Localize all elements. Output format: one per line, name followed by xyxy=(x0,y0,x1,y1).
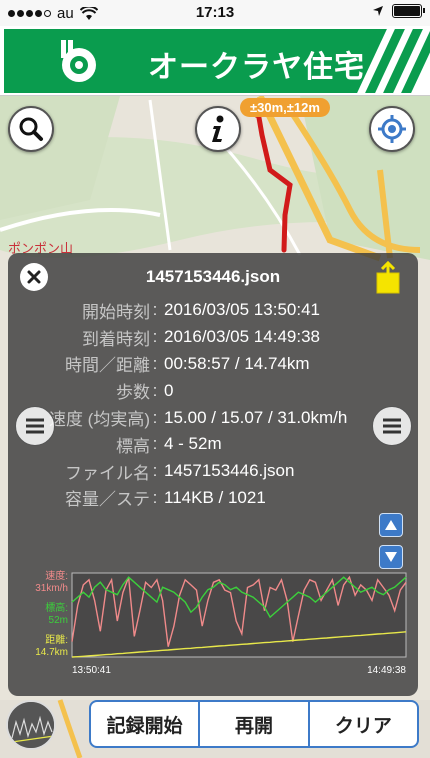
chart-legend-value-1: 52m xyxy=(49,615,68,626)
accuracy-badge: ±30m,±12m xyxy=(240,98,330,117)
share-icon[interactable] xyxy=(374,261,402,295)
triangle-down-icon xyxy=(385,552,397,562)
status-time: 17:13 xyxy=(195,4,235,21)
stat-row-duration-distance: 時間／距離 : 00:58:57 / 14.74km xyxy=(65,353,310,376)
info-icon xyxy=(212,115,224,142)
chart-legend-name-0: 速度: xyxy=(45,569,68,582)
status-bar: au 17:13 xyxy=(0,0,430,26)
stat-row-speed: 速度 (均実高) : 15.00 / 15.07 / 31.0km/h xyxy=(48,407,348,430)
chart-legend-value-2: 14.7km xyxy=(35,647,68,658)
chart-legend-value-0: 31km/h xyxy=(35,583,68,594)
stat-row-file-size: 容量／ステ : 114KB / 1021 xyxy=(65,487,266,510)
right-menu-button[interactable] xyxy=(372,406,412,446)
stat-row-arrival-time: 到着時刻 : 2016/03/05 14:49:38 xyxy=(82,327,320,349)
company-name: オークラヤ住宅 xyxy=(148,51,365,84)
crosshair-icon xyxy=(378,115,406,143)
search-button[interactable] xyxy=(8,106,54,152)
company-banner[interactable]: オークラヤ住宅 xyxy=(0,26,430,96)
scroll-up-button[interactable] xyxy=(379,513,403,537)
stat-row-start-time: 開始時刻 : 2016/03/05 13:50:41 xyxy=(82,300,320,322)
panel-title: 1457153446.json xyxy=(145,267,281,286)
track-thumbnail[interactable] xyxy=(6,700,56,750)
chart-x-end-label: 14:49:38 xyxy=(367,665,406,676)
scroll-down-button[interactable] xyxy=(379,545,403,569)
company-logo-icon xyxy=(61,40,96,82)
bottom-action-bar: 記録開始 再開 クリア xyxy=(89,700,419,748)
clear-button[interactable]: クリア xyxy=(310,702,417,746)
record-start-button[interactable]: 記録開始 xyxy=(91,702,201,746)
chart-legend-name-1: 標高: xyxy=(45,601,68,614)
location-arrow-icon xyxy=(373,6,383,16)
resume-button[interactable]: 再開 xyxy=(200,702,310,746)
left-menu-button[interactable] xyxy=(15,406,55,446)
stat-row-steps: 歩数 : 0 xyxy=(116,380,174,403)
track-info-panel: 1457153446.json 開始時刻 : 2016/03/05 13:50:… xyxy=(8,253,418,696)
chart-x-start-label: 13:50:41 xyxy=(72,665,111,676)
hamburger-icon xyxy=(26,418,44,434)
stat-row-file-name: ファイル名 : 1457153446.json xyxy=(65,461,295,483)
chart-legend-name-2: 距離: xyxy=(45,633,68,646)
search-icon xyxy=(19,117,43,141)
stat-row-elevation: 標高 : 4 - 52m xyxy=(116,434,222,456)
info-button[interactable] xyxy=(195,106,241,152)
triangle-up-icon xyxy=(385,520,397,530)
locate-button[interactable] xyxy=(369,106,415,152)
hamburger-icon xyxy=(383,418,401,434)
track-chart: 速度:31km/h 標高:52m 距離:14.7km 13:50:41 14:49:38 xyxy=(35,569,407,676)
battery-icon xyxy=(392,4,425,18)
track-stats: 開始時刻 : 2016/03/05 13:50:41 到着時刻 : 2016/0… xyxy=(8,297,418,511)
